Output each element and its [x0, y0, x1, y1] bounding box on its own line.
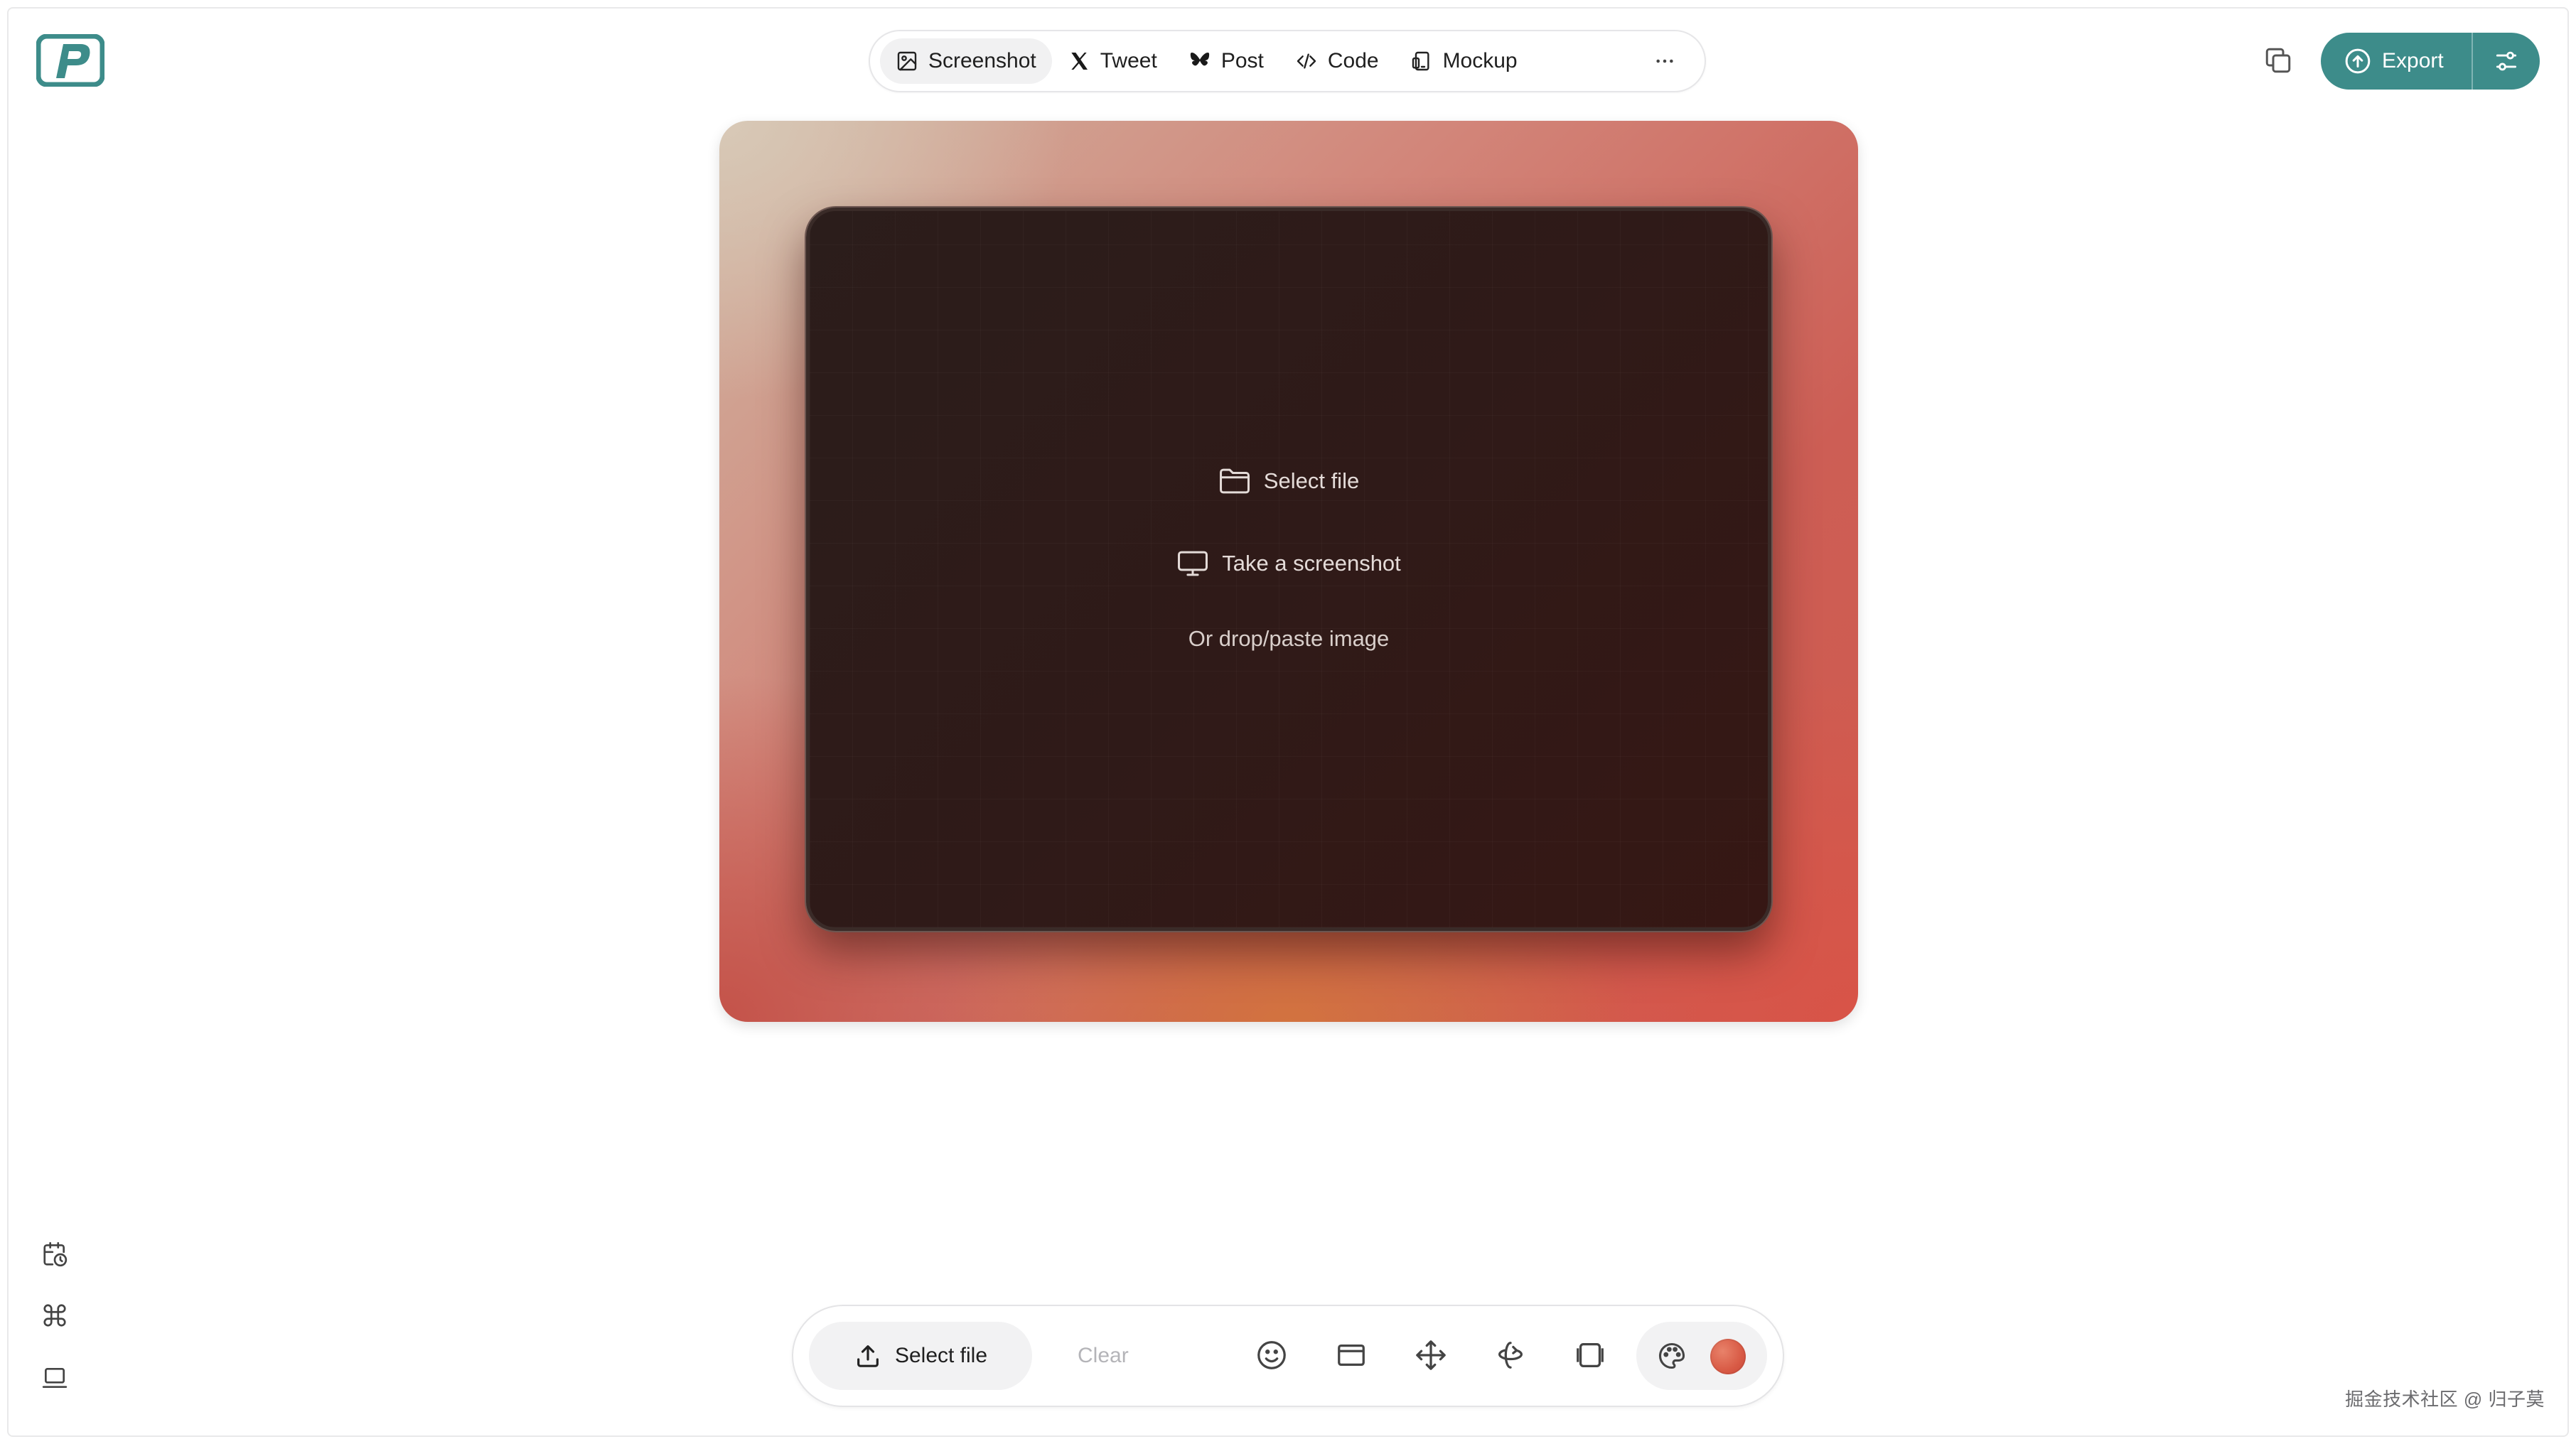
clear-button[interactable]: Clear: [1078, 1322, 1129, 1390]
frame-button[interactable]: [1329, 1333, 1373, 1377]
take-screenshot-link[interactable]: Take a screenshot: [810, 542, 1768, 585]
image-icon: [897, 51, 917, 71]
tab-label: Code: [1327, 49, 1379, 72]
calendar-clock-icon: [43, 1241, 68, 1267]
export-settings-button[interactable]: [2473, 33, 2540, 90]
command-icon: [43, 1304, 66, 1327]
palette-icon: [1658, 1342, 1685, 1369]
x-logo-icon: [1071, 53, 1088, 70]
app-logo[interactable]: [36, 33, 105, 87]
tab-label: Tweet: [1100, 49, 1157, 72]
bottom-toolbar: Select file Clear: [792, 1305, 1784, 1407]
upload-icon: [857, 1345, 879, 1367]
background-swatch[interactable]: [1710, 1339, 1746, 1374]
theme-picker[interactable]: [1636, 1322, 1767, 1390]
device-button[interactable]: [40, 1363, 70, 1393]
palette-button[interactable]: [1651, 1335, 1693, 1377]
select-file-label: Select file: [1263, 468, 1360, 493]
move-icon: [1416, 1340, 1446, 1370]
rotate-3d-icon: [1498, 1342, 1523, 1369]
position-button[interactable]: [1409, 1333, 1453, 1377]
export-button[interactable]: Export: [2321, 33, 2472, 90]
export-group: Export: [2321, 33, 2540, 90]
take-screenshot-label: Take a screenshot: [1222, 551, 1401, 576]
annotation-button[interactable]: [1250, 1333, 1294, 1377]
screenshot-dropzone[interactable]: Select file Take a screenshot Or drop/pa…: [806, 208, 1771, 931]
transform-button[interactable]: [1488, 1333, 1533, 1377]
monitor-icon: [1178, 551, 1208, 576]
upload-circle-icon: [2345, 48, 2371, 74]
drop-paste-hint: Or drop/paste image: [1188, 626, 1390, 651]
smile-icon: [1257, 1341, 1286, 1369]
more-menu-button[interactable]: [1635, 38, 1695, 84]
export-label: Export: [2382, 49, 2444, 72]
layers-icon: [1577, 1343, 1604, 1367]
tab-screenshot[interactable]: Screenshot: [880, 38, 1052, 84]
window-frame-icon: [1338, 1344, 1365, 1367]
laptop-icon: [42, 1367, 68, 1389]
tab-mockup[interactable]: Mockup: [1395, 38, 1533, 84]
tab-label: Screenshot: [928, 49, 1036, 72]
device-icon: [1412, 51, 1429, 71]
editor-canvas[interactable]: Select file Take a screenshot Or drop/pa…: [719, 121, 1858, 1022]
code-icon: [1297, 53, 1316, 69]
watermark: 掘金技术社区 @ 归子莫: [2345, 1389, 2545, 1410]
tab-label: Post: [1220, 49, 1264, 72]
tab-tweet[interactable]: Tweet: [1052, 38, 1173, 84]
tab-code[interactable]: Code: [1279, 38, 1395, 84]
mode-tabs: Screenshot Tweet Post Code Mockup: [869, 30, 1706, 92]
select-file-button[interactable]: Select file: [809, 1322, 1032, 1390]
copy-button[interactable]: [2262, 44, 2295, 77]
tab-post[interactable]: Post: [1173, 38, 1279, 84]
select-file-link[interactable]: Select file: [810, 460, 1768, 502]
shortcuts-button[interactable]: [40, 1300, 70, 1330]
layers-button[interactable]: [1568, 1333, 1612, 1377]
copy-icon: [2265, 48, 2291, 73]
sliders-icon: [2496, 51, 2517, 71]
select-file-button-label: Select file: [894, 1344, 988, 1367]
history-button[interactable]: [40, 1239, 70, 1269]
ellipsis-icon: [1656, 59, 1673, 63]
folder-icon: [1219, 468, 1250, 494]
butterfly-icon: [1190, 53, 1209, 66]
tab-label: Mockup: [1442, 49, 1518, 72]
